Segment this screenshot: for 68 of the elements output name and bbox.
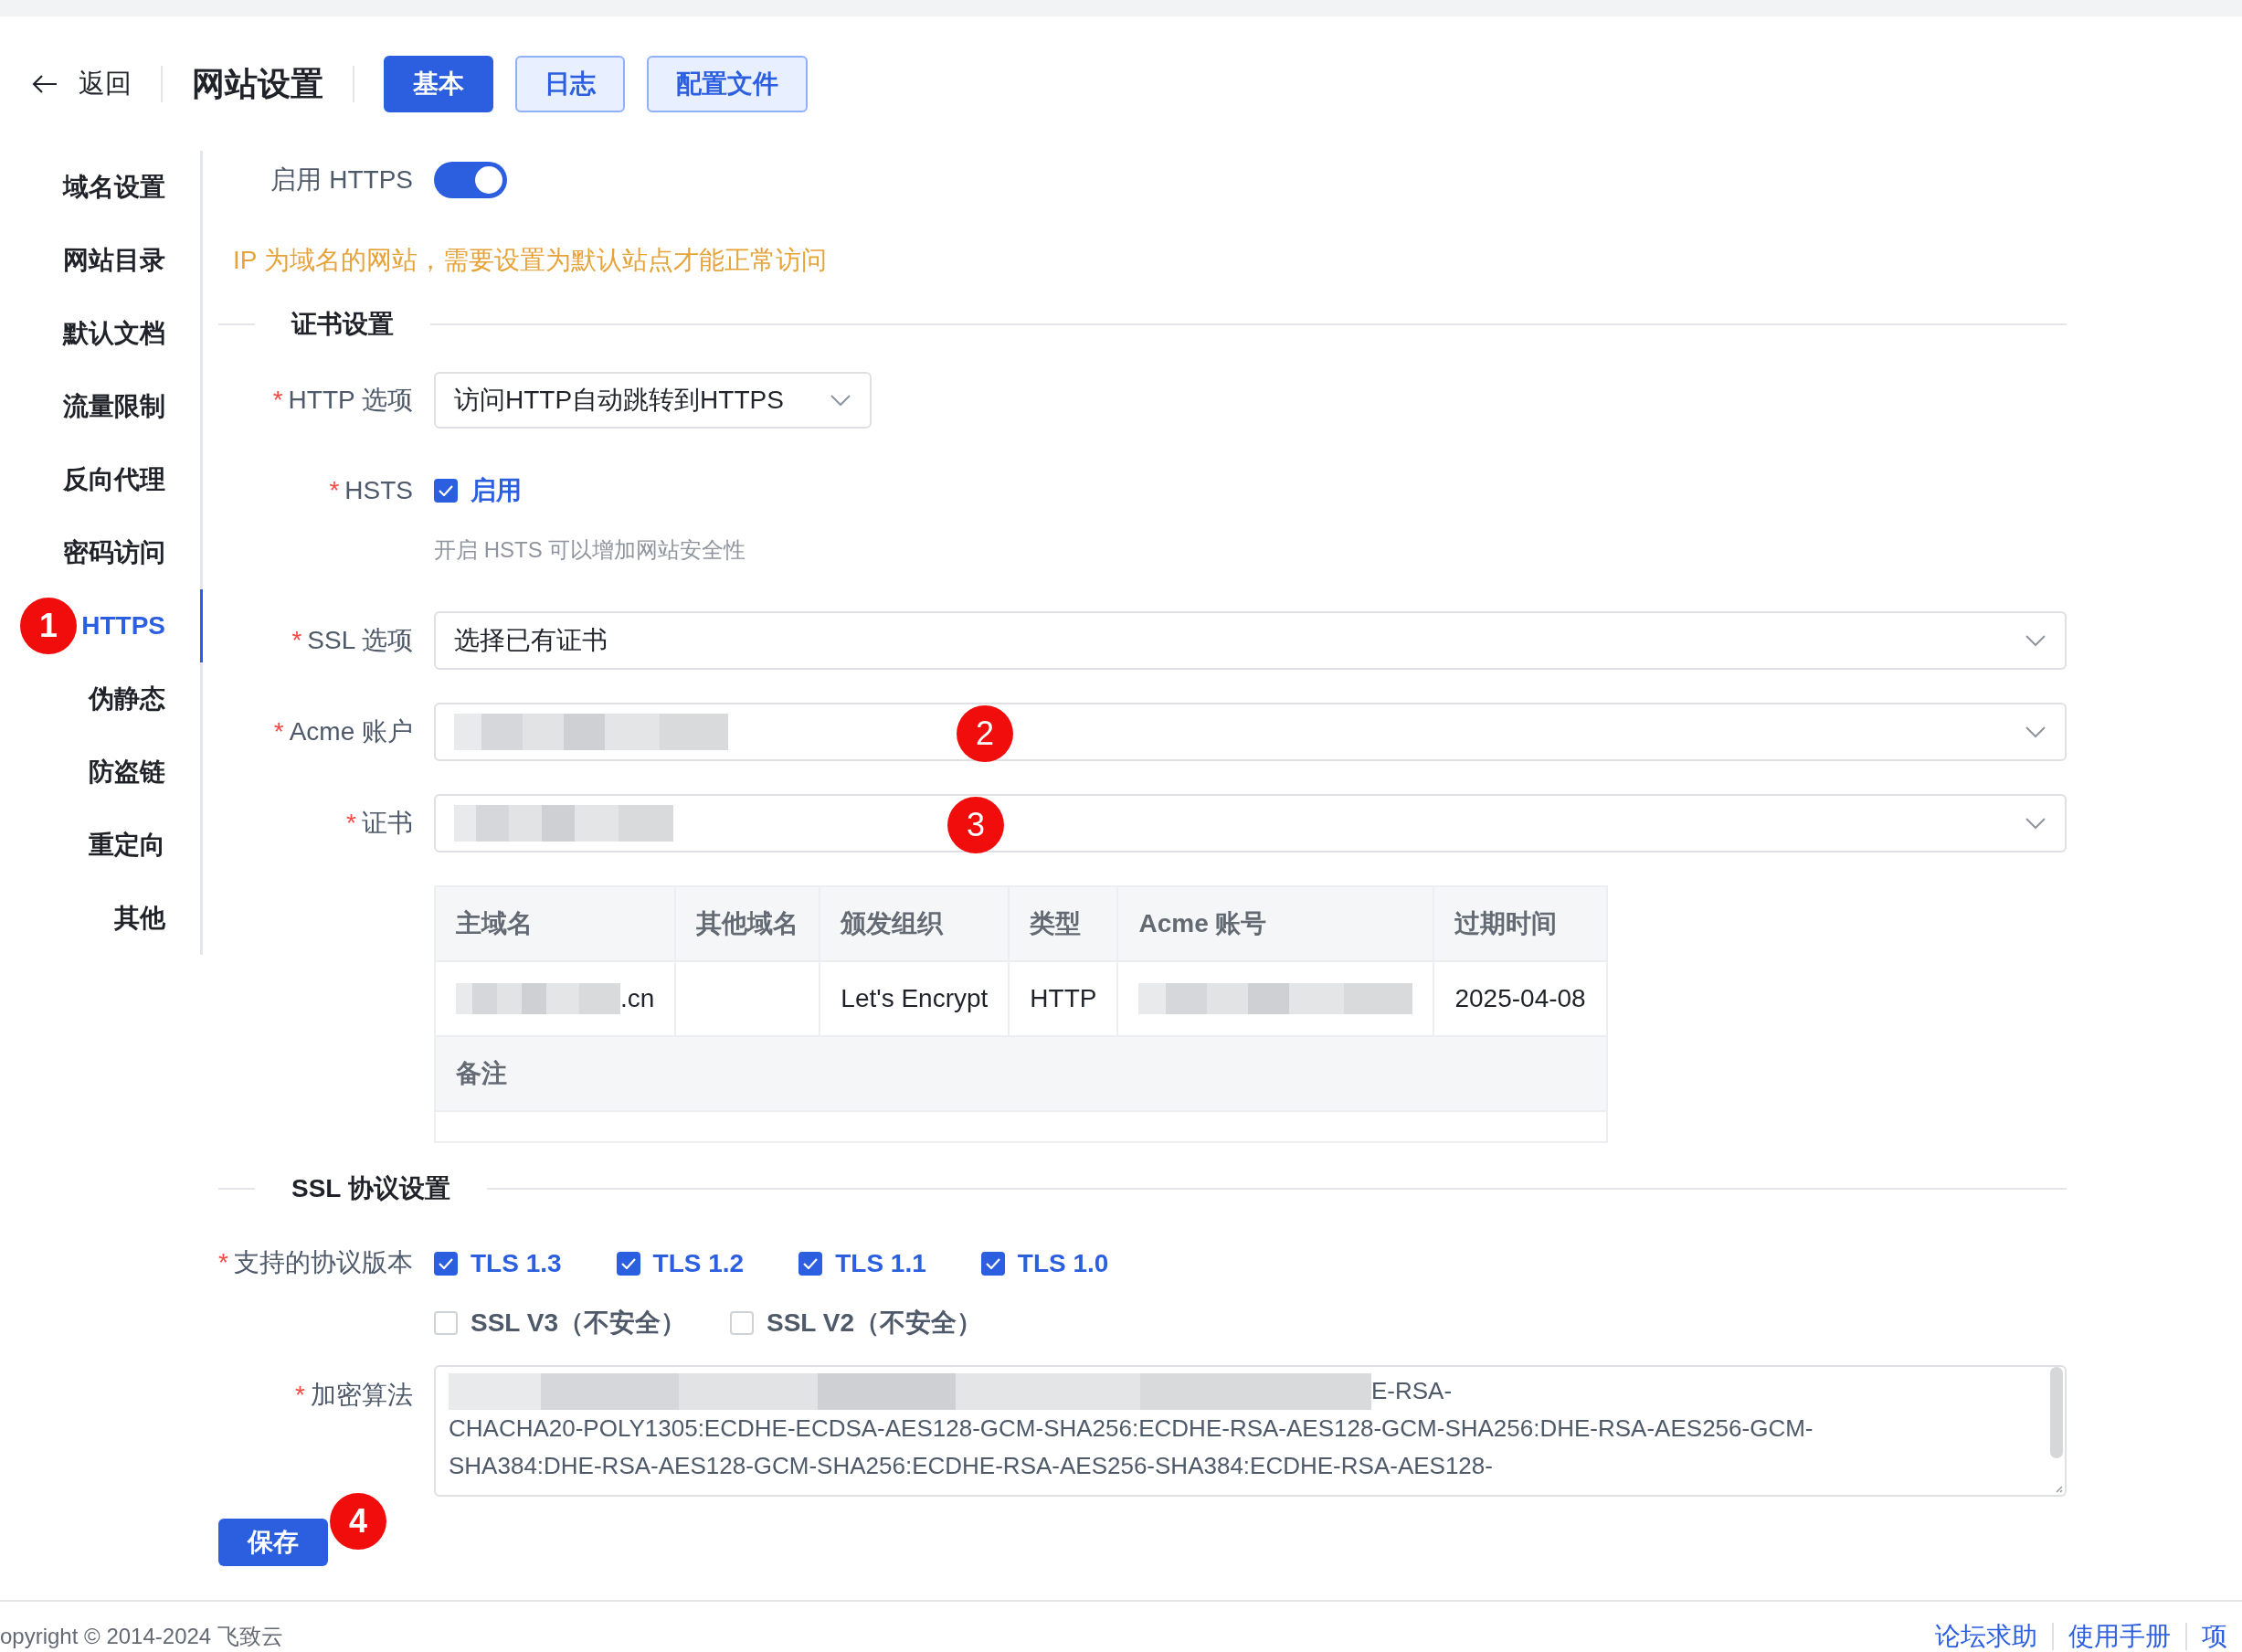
chevron-down-icon [830, 394, 851, 407]
chevron-down-icon [2025, 634, 2046, 647]
column-header: 颁发组织 [820, 886, 1010, 961]
page-title: 网站设置 [192, 63, 323, 104]
select-field[interactable]: 访问HTTP自动跳转到HTTPS [434, 372, 872, 429]
sidebar-item[interactable]: 密码访问 [0, 516, 203, 589]
chevron-down-icon [2025, 725, 2046, 738]
check-icon [803, 1258, 819, 1269]
field-label: * 加密算法 [294, 1380, 413, 1411]
footer-link[interactable]: 项 [2187, 1618, 2242, 1652]
check-icon [985, 1258, 1000, 1269]
footer-link[interactable]: 使用手册 [2054, 1618, 2185, 1652]
check-icon [620, 1258, 636, 1269]
checkbox[interactable]: TLS 1.1 [798, 1249, 926, 1278]
copyright-text: opyright © 2014-2024 飞致云 [0, 1622, 283, 1650]
checkbox[interactable]: SSL V2（不安全） [730, 1306, 982, 1340]
toggle-switch[interactable] [434, 162, 507, 198]
tab[interactable]: 日志 [515, 56, 625, 112]
sidebar-item[interactable]: 1 HTTPS [0, 589, 203, 662]
number-badge: 2 [957, 705, 1013, 762]
checkbox[interactable]: TLS 1.2 [616, 1249, 745, 1278]
sidebar-item[interactable]: 默认文档 [0, 297, 203, 370]
select-field[interactable]: 3 [434, 794, 2067, 852]
scrollbar[interactable] [2050, 1367, 2063, 1458]
sidebar-item[interactable]: 网站目录 [0, 224, 203, 297]
field-label: * HSTS [328, 476, 413, 505]
tab[interactable]: 配置文件 [647, 56, 808, 112]
table-cell: .cn [435, 961, 676, 1036]
column-header: Acme 账号 [1117, 886, 1434, 961]
hint-text: 开启 HSTS 可以增加网站安全性 [434, 536, 747, 564]
checkbox[interactable]: TLS 1.3 [434, 1249, 562, 1278]
back-button[interactable]: 返回 [31, 66, 132, 102]
footer-link[interactable]: 论坛求助 [1920, 1618, 2052, 1652]
sidebar-item[interactable]: 防盗链 [0, 736, 203, 809]
column-header: 备注 [435, 1036, 1607, 1111]
column-header: 类型 [1009, 886, 1118, 961]
checkbox[interactable]: SSL V3（不安全） [434, 1306, 686, 1340]
field-label: * HTTP 选项 [271, 385, 413, 416]
tab[interactable]: 基本 [384, 56, 493, 112]
section-title: 证书设置 [290, 309, 395, 340]
checkbox[interactable]: 启用 [434, 473, 522, 508]
sidebar-item[interactable]: 伪静态 [0, 662, 203, 736]
sidebar-item[interactable]: 重定向 [0, 809, 203, 882]
field-label: 启用 HTTPS [270, 164, 413, 196]
column-header: 主域名 [435, 886, 676, 961]
section-title: SSL 协议设置 [291, 1173, 451, 1204]
sidebar-item[interactable]: 反向代理 [0, 443, 203, 516]
back-arrow-icon [31, 73, 58, 95]
select-field[interactable]: 选择已有证书 [434, 611, 2067, 670]
sidebar-item[interactable]: 其他 [0, 882, 203, 955]
field-label: * SSL 选项 [291, 625, 413, 656]
field-label: * 证书 [345, 808, 413, 839]
field-label: * Acme 账户 [272, 716, 413, 747]
column-header: 其他域名 [675, 886, 820, 961]
checkbox[interactable]: TLS 1.0 [980, 1249, 1109, 1278]
field-label: * 支持的协议版本 [218, 1247, 413, 1278]
warning-text: IP 为域名的网站，需要设置为默认站点才能正常访问 [233, 245, 828, 276]
select-field[interactable]: 2 [434, 703, 2067, 761]
check-icon [439, 1258, 453, 1269]
cipher-field[interactable]: E-RSA- CHACHA20-POLY1305:ECDHE-ECDSA-AES128-GCM-SHA256:ECDHE-RSA-AES128-GCM-SHA256:DHE-RSA-AES256-GCM- SHA384:DHE-RSA-AES128-GCM-SHA256:ECDHE-RSA-AES256-SHA384:ECDHE-RSA-AES128- [434, 1365, 2067, 1497]
check-icon [439, 485, 453, 496]
column-header: 过期时间 [1433, 886, 1607, 961]
number-badge: 3 [947, 797, 1004, 853]
sidebar-item[interactable]: 流量限制 [0, 370, 203, 443]
number-badge: 4 [330, 1493, 386, 1550]
number-badge: 1 [20, 598, 77, 654]
sidebar-item[interactable]: 域名设置 [0, 151, 203, 224]
chevron-down-icon [2025, 817, 2046, 830]
